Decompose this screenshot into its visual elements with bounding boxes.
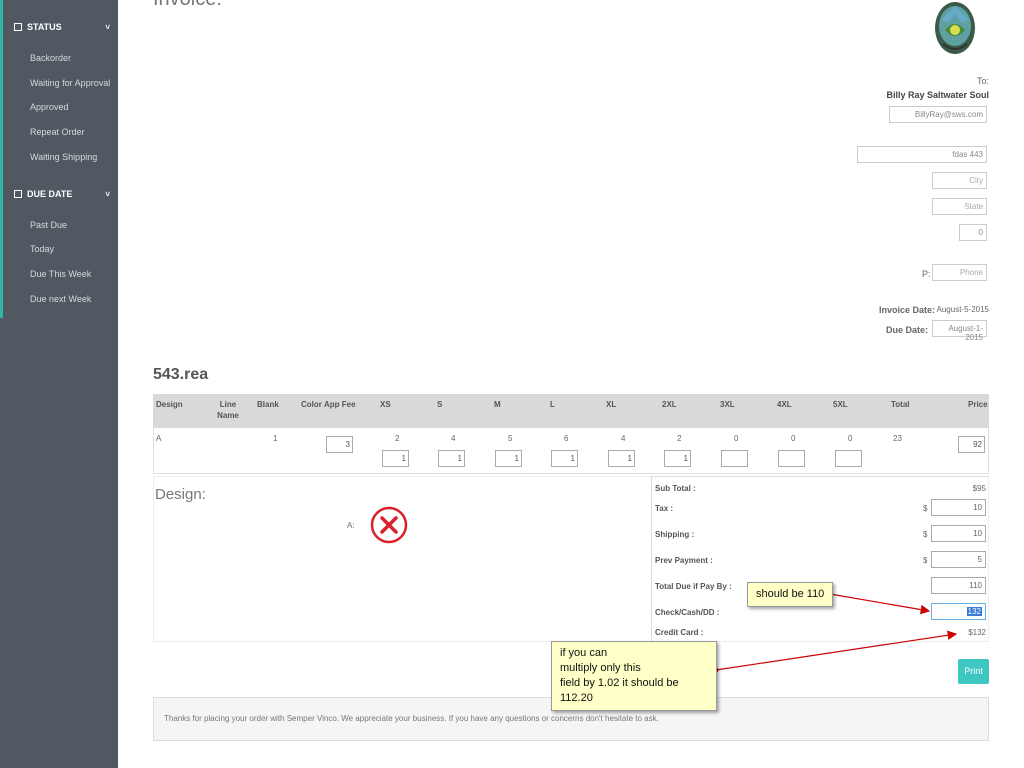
callout-multiply-note: if you can multiply only this field by 1… [551,641,717,711]
callout-2-line-1: if you can [560,647,608,659]
callout-2-line-3: field by 1.02 it should be 112.20 [560,677,679,704]
callout-2-line-2: multiply only this [560,662,641,674]
callout-1-text: should be 110 [756,588,825,600]
annotation-arrows [713,591,958,673]
callout-should-be-110: should be 110 [747,582,834,607]
